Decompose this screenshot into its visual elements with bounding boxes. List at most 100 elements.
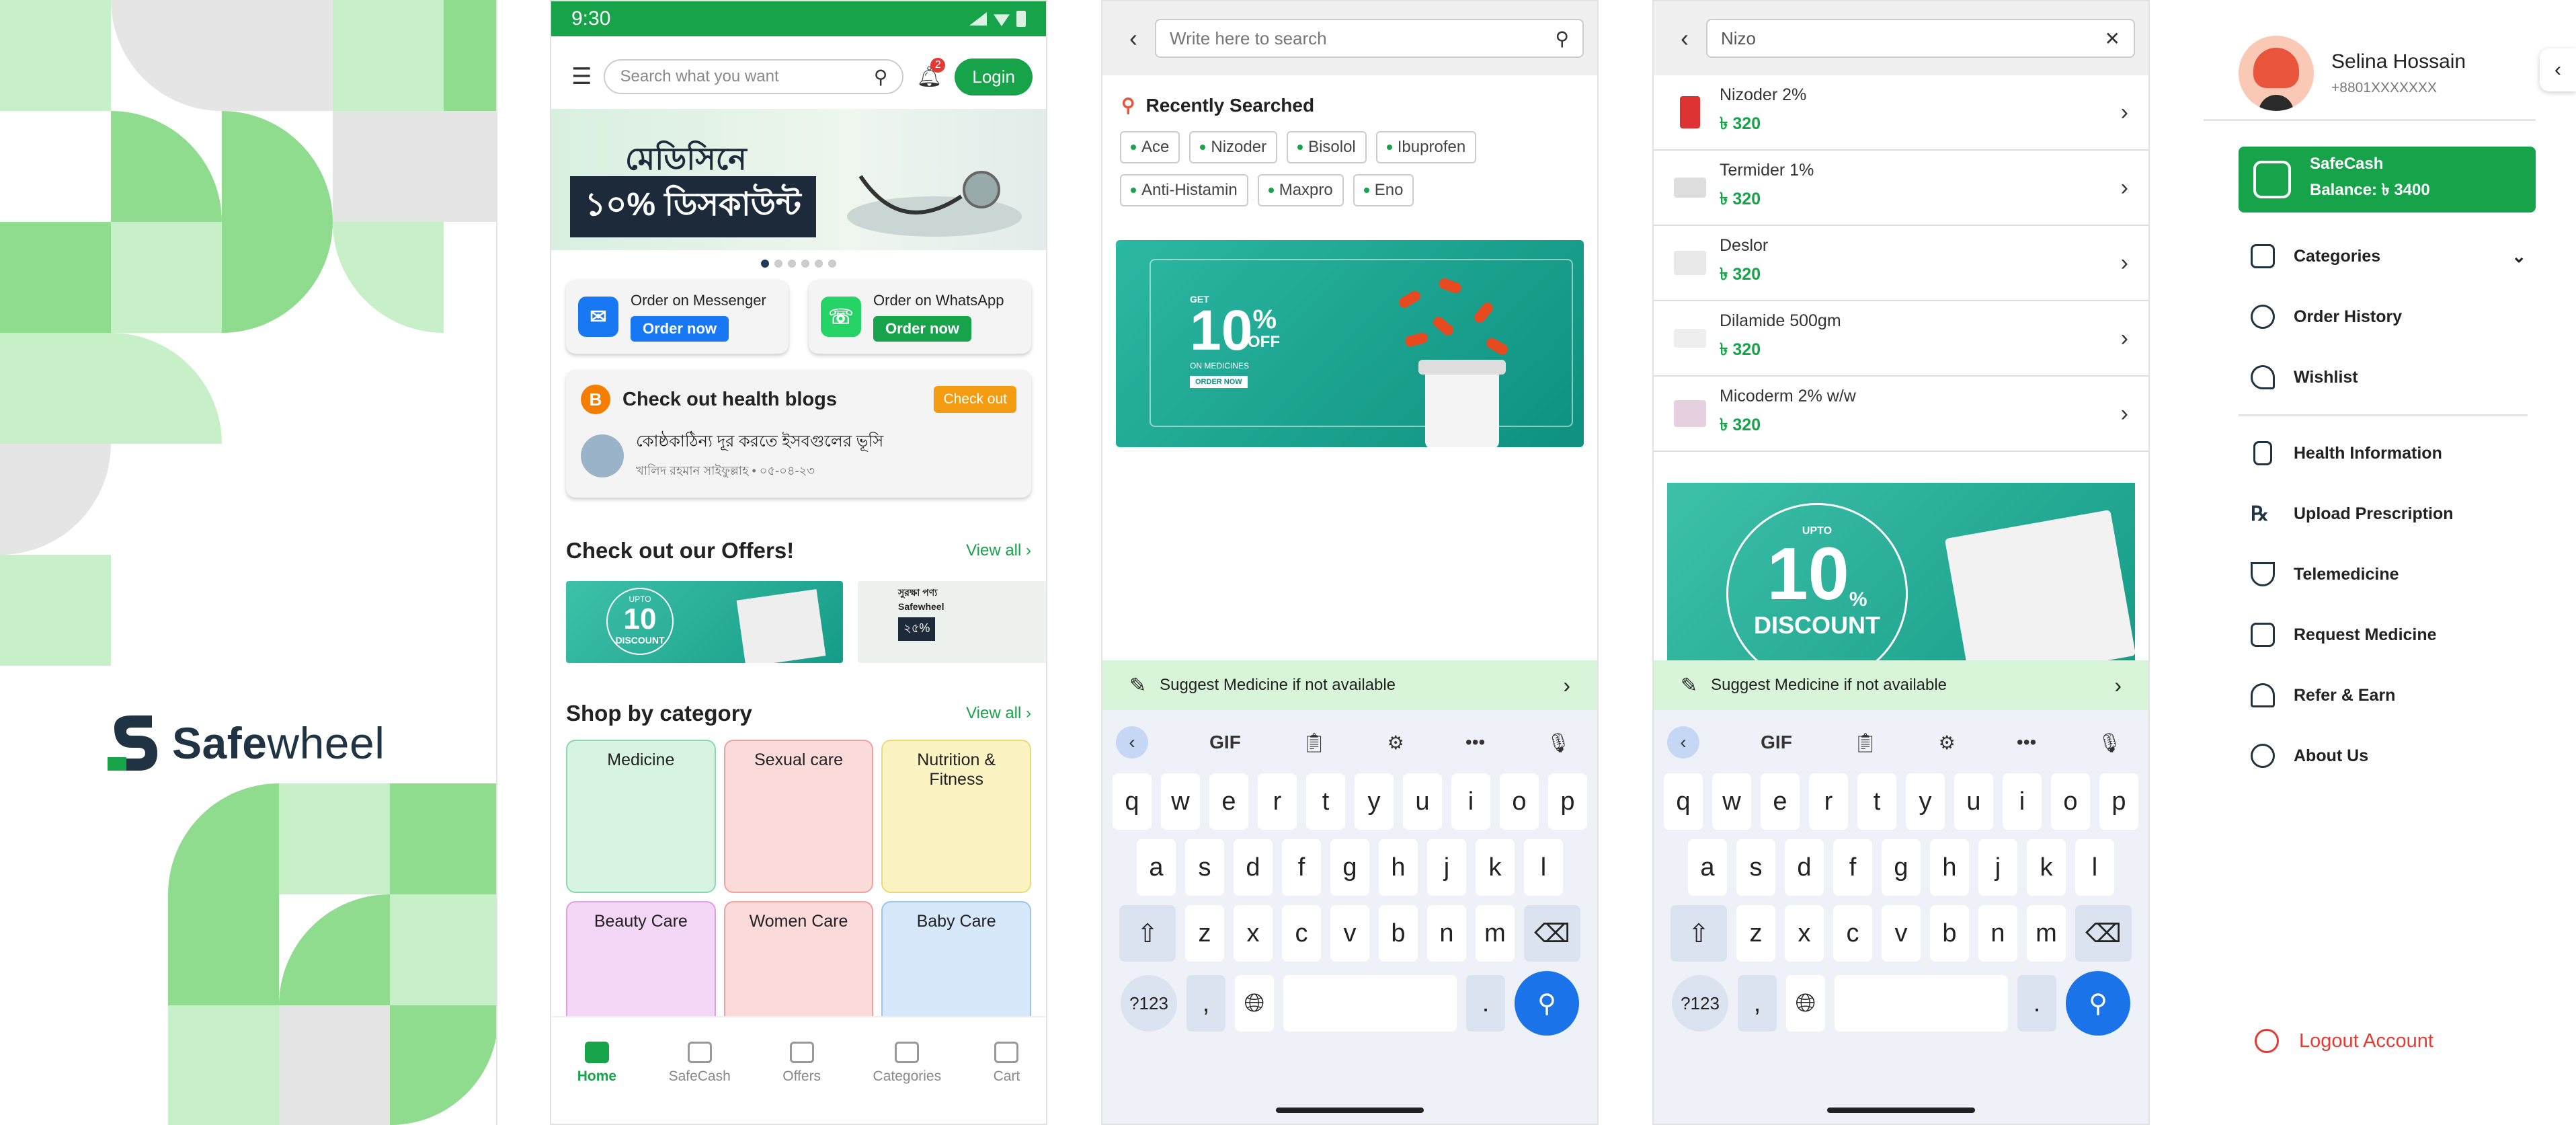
offers-view-all[interactable]: View all › [966,541,1031,560]
search-input[interactable]: Write here to search ⚲ [1155,19,1584,58]
notification-button[interactable]: 🔔︎ 2 [916,58,946,91]
symbols-key[interactable]: ?123 [1672,975,1728,1032]
clipboard-icon[interactable]: 📋︎ [1302,732,1326,754]
key-r[interactable]: r [1809,773,1848,830]
offer-card-1[interactable]: UPTO 10 DISCOUNT [566,581,843,663]
menu-refer-earn[interactable]: Refer & Earn [2251,665,2526,726]
order-messenger-card[interactable]: ✉ Order on Messenger Order now [566,280,789,354]
menu-order-history[interactable]: Order History [2251,286,2526,347]
key-z[interactable]: z [1736,905,1775,962]
key-e[interactable]: e [1761,773,1800,830]
category-medicine[interactable]: Medicine [566,740,716,893]
shift-key[interactable]: ⇧ [1119,905,1176,962]
order-whatsapp-card[interactable]: ☏ Order on WhatsApp Order now [809,280,1031,354]
globe-icon[interactable]: 🌐︎ [1786,975,1825,1032]
key-s[interactable]: s [1736,839,1775,896]
key-b[interactable]: b [1930,905,1969,962]
period-key[interactable]: . [2017,975,2056,1032]
drawer-collapse-button[interactable]: ‹ [2540,48,2576,91]
key-y[interactable]: y [1906,773,1945,830]
result-item[interactable]: Micoderm 2% w/w ৳ 320 › [1654,377,2148,452]
promo-banner[interactable]: মেডিসিনে ১০% ডিসকাউন্ট [551,109,1046,250]
more-icon[interactable]: ••• [1465,732,1485,753]
key-s[interactable]: s [1185,839,1224,896]
clipboard-icon[interactable]: 📋︎ [1853,732,1878,754]
key-a[interactable]: a [1688,839,1727,896]
key-v[interactable]: v [1330,905,1369,962]
period-key[interactable]: . [1466,975,1505,1032]
key-p[interactable]: p [1548,773,1587,830]
key-l[interactable]: l [1524,839,1563,896]
result-item[interactable]: Nizoder 2% ৳ 320 › [1654,75,2148,151]
offer-card-2[interactable]: সুরক্ষা পণ্য Safewheel ২৫% [858,581,1046,663]
key-x[interactable]: x [1234,905,1273,962]
symbols-key[interactable]: ?123 [1121,975,1177,1032]
back-icon[interactable]: ‹ [1129,24,1137,52]
key-o[interactable]: o [1500,773,1539,830]
key-w[interactable]: w [1161,773,1200,830]
key-e[interactable]: e [1209,773,1248,830]
key-u[interactable]: u [1403,773,1442,830]
profile-header[interactable]: Selina Hossain +8801XXXXXXX [2204,0,2536,121]
recent-chip[interactable]: Eno [1353,174,1414,206]
key-t[interactable]: t [1306,773,1345,830]
comma-key[interactable]: , [1186,975,1225,1032]
result-item[interactable]: Dilamide 500gm ৳ 320 › [1654,301,2148,377]
kb-collapse-icon[interactable]: ‹ [1667,726,1699,759]
recent-chip[interactable]: Bisolol [1287,131,1367,163]
discount-banner[interactable]: UPTO 10% DISCOUNT [1667,483,2135,660]
category-view-all[interactable]: View all › [966,704,1031,723]
category-sexual-care[interactable]: Sexual care [723,740,874,893]
comma-key[interactable]: , [1738,975,1777,1032]
more-icon[interactable]: ••• [2017,732,2036,753]
nav-safecash[interactable]: SafeCash [669,1042,731,1124]
key-g[interactable]: g [1330,839,1369,896]
key-i[interactable]: i [2003,773,2042,830]
key-m[interactable]: m [2027,905,2066,962]
health-blog-card[interactable]: B Check out health blogs Check out কোষ্ঠ… [566,370,1031,498]
nav-home[interactable]: Home [577,1042,616,1124]
key-b[interactable]: b [1379,905,1418,962]
key-u[interactable]: u [1954,773,1993,830]
blog-post-title[interactable]: কোষ্ঠকাঠিন্য দূর করতে ইসবগুলের ভূসি [636,429,883,456]
key-j[interactable]: j [1427,839,1466,896]
recent-chip[interactable]: Ace [1120,131,1180,163]
menu-categories[interactable]: Categories ⌄ [2251,226,2526,286]
nav-offers[interactable]: Offers [782,1042,821,1124]
key-v[interactable]: v [1882,905,1921,962]
category-nutrition-fitness[interactable]: Nutrition & Fitness [881,740,1031,893]
space-key[interactable] [1835,975,2008,1032]
recent-chip[interactable]: Ibuprofen [1375,131,1477,163]
key-o[interactable]: o [2051,773,2090,830]
key-n[interactable]: n [1427,905,1466,962]
kb-gif-button[interactable]: GIF [1209,732,1241,753]
key-q[interactable]: q [1664,773,1703,830]
menu-about-us[interactable]: About Us [2251,726,2526,786]
backspace-key[interactable]: ⌫ [2075,905,2132,962]
nav-cart[interactable]: Cart [994,1042,1020,1124]
key-p[interactable]: p [2099,773,2138,830]
shift-key[interactable]: ⇧ [1671,905,1727,962]
menu-icon[interactable]: ☰ [571,63,592,90]
backspace-key[interactable]: ⌫ [1524,905,1580,962]
safecash-card[interactable]: SafeCash Balance: ৳ 3400 [2239,147,2536,212]
kb-collapse-icon[interactable]: ‹ [1116,726,1148,759]
recent-chip[interactable]: Maxpro [1257,174,1344,206]
key-d[interactable]: d [1785,839,1824,896]
mic-icon[interactable]: 🎙︎ [1546,732,1570,754]
globe-icon[interactable]: 🌐︎ [1235,975,1274,1032]
suggest-medicine-bar[interactable]: ✎ Suggest Medicine if not available › [1102,660,1597,710]
key-f[interactable]: f [1833,839,1872,896]
check-out-button[interactable]: Check out [934,386,1016,413]
key-z[interactable]: z [1185,905,1224,962]
key-k[interactable]: k [2027,839,2066,896]
key-c[interactable]: c [1282,905,1321,962]
menu-request-medicine[interactable]: Request Medicine [2251,605,2526,665]
search-key[interactable]: ⚲ [2066,971,2130,1036]
nav-categories[interactable]: Categories [873,1042,941,1124]
menu-telemedicine[interactable]: Telemedicine [2251,544,2526,605]
key-c[interactable]: c [1833,905,1872,962]
key-y[interactable]: y [1355,773,1394,830]
suggest-medicine-bar[interactable]: ✎ Suggest Medicine if not available › [1654,660,2148,710]
search-key[interactable]: ⚲ [1515,971,1579,1036]
